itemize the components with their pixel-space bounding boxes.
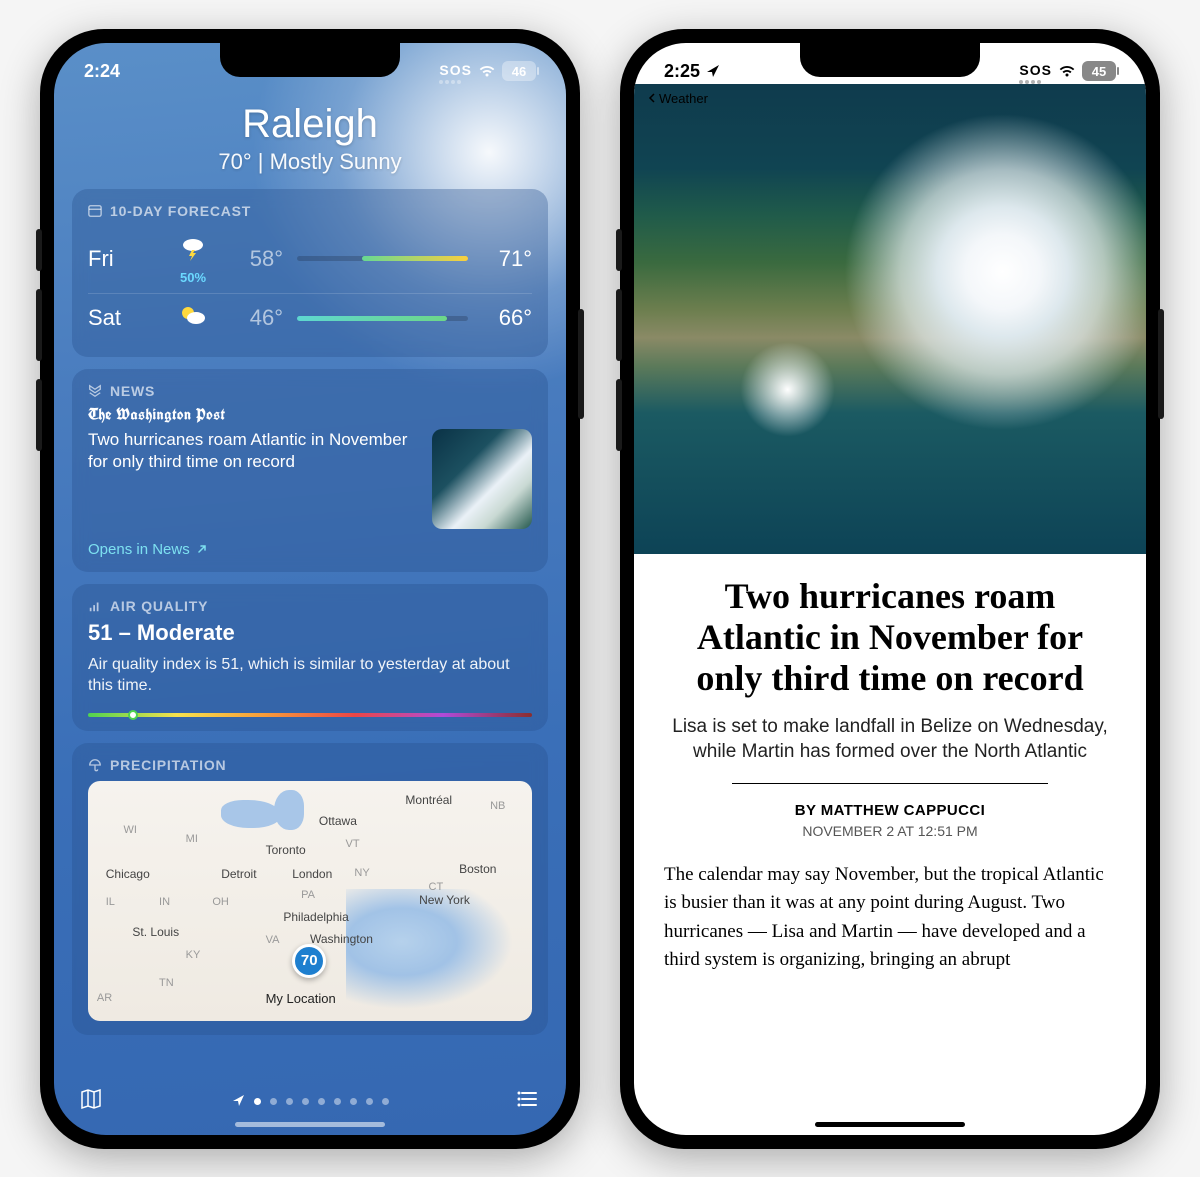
location-arrow-icon (232, 1094, 245, 1110)
wifi-icon (478, 64, 496, 78)
news-headline: Two hurricanes roam Atlantic in November… (88, 429, 420, 529)
aqi-icon (88, 599, 102, 613)
phone-article: 2:25 SOS 45 Weather (620, 29, 1160, 1149)
back-to-app-button[interactable]: Weather (648, 91, 708, 106)
partly-cloudy-icon (158, 303, 228, 334)
status-time: 2:25 (664, 61, 700, 82)
location-icon (706, 64, 720, 78)
external-link-icon (196, 543, 208, 555)
divider (732, 783, 1048, 784)
home-indicator[interactable] (235, 1122, 385, 1127)
news-header: NEWS (110, 383, 155, 399)
article-byline: BY MATTHEW CAPPUCCI (664, 802, 1116, 819)
article-date: NOVEMBER 2 AT 12:51 PM (664, 823, 1116, 839)
precip-header: PRECIPITATION (110, 757, 226, 773)
phone-weather: 2:24 SOS 46 Raleigh 70° | Mostly Sunny (40, 29, 580, 1149)
status-sos: SOS (1019, 59, 1052, 84)
my-location-pin[interactable]: 70 (292, 944, 326, 978)
battery-icon: 45 (1082, 61, 1116, 81)
opens-in-news-link[interactable]: Opens in News (88, 541, 532, 558)
page-indicator[interactable] (232, 1094, 389, 1110)
my-location-label: My Location (266, 991, 336, 1006)
article-headline: Two hurricanes roam Atlantic in November… (664, 576, 1116, 700)
status-time: 2:24 (84, 61, 120, 82)
calendar-icon (88, 204, 102, 218)
news-icon (88, 384, 102, 398)
precipitation-card[interactable]: PRECIPITATION Montréal Ottawa Toronto Ch… (72, 743, 548, 1035)
precipitation-map[interactable]: Montréal Ottawa Toronto Chicago Detroit … (88, 781, 532, 1021)
article-body-text: The calendar may say November, but the t… (664, 861, 1116, 975)
city-name: Raleigh (54, 102, 566, 147)
aqi-value: 51 – Moderate (88, 620, 532, 646)
weather-tab-bar (54, 1079, 566, 1125)
news-source: The Washington Post (88, 405, 532, 425)
aqi-header: AIR QUALITY (110, 598, 208, 614)
weather-hero: Raleigh 70° | Mostly Sunny (54, 102, 566, 175)
umbrella-icon (88, 758, 102, 772)
conditions: 70° | Mostly Sunny (54, 149, 566, 175)
chevron-left-icon (648, 93, 656, 103)
aqi-description: Air quality index is 51, which is simila… (88, 654, 532, 697)
forecast-header: 10-DAY FORECAST (110, 203, 251, 219)
news-thumbnail (432, 429, 532, 529)
battery-icon: 46 (502, 61, 536, 81)
article-subhead: Lisa is set to make landfall in Belize o… (664, 714, 1116, 765)
status-sos: SOS (439, 59, 472, 84)
news-card[interactable]: NEWS The Washington Post Two hurricanes … (72, 369, 548, 572)
thunderstorm-icon: 50% (158, 234, 228, 284)
list-button[interactable] (516, 1086, 542, 1117)
wifi-icon (1058, 64, 1076, 78)
home-indicator[interactable] (815, 1122, 965, 1127)
aqi-scale (88, 713, 532, 717)
forecast-row: Sat 46° 66° (88, 293, 532, 343)
article-hero-image (634, 84, 1146, 554)
map-button[interactable] (78, 1086, 104, 1117)
air-quality-card[interactable]: AIR QUALITY 51 – Moderate Air quality in… (72, 584, 548, 731)
forecast-card[interactable]: 10-DAY FORECAST Fri 50% 58° 71° Sat (72, 189, 548, 357)
forecast-row: Fri 50% 58° 71° (88, 225, 532, 293)
